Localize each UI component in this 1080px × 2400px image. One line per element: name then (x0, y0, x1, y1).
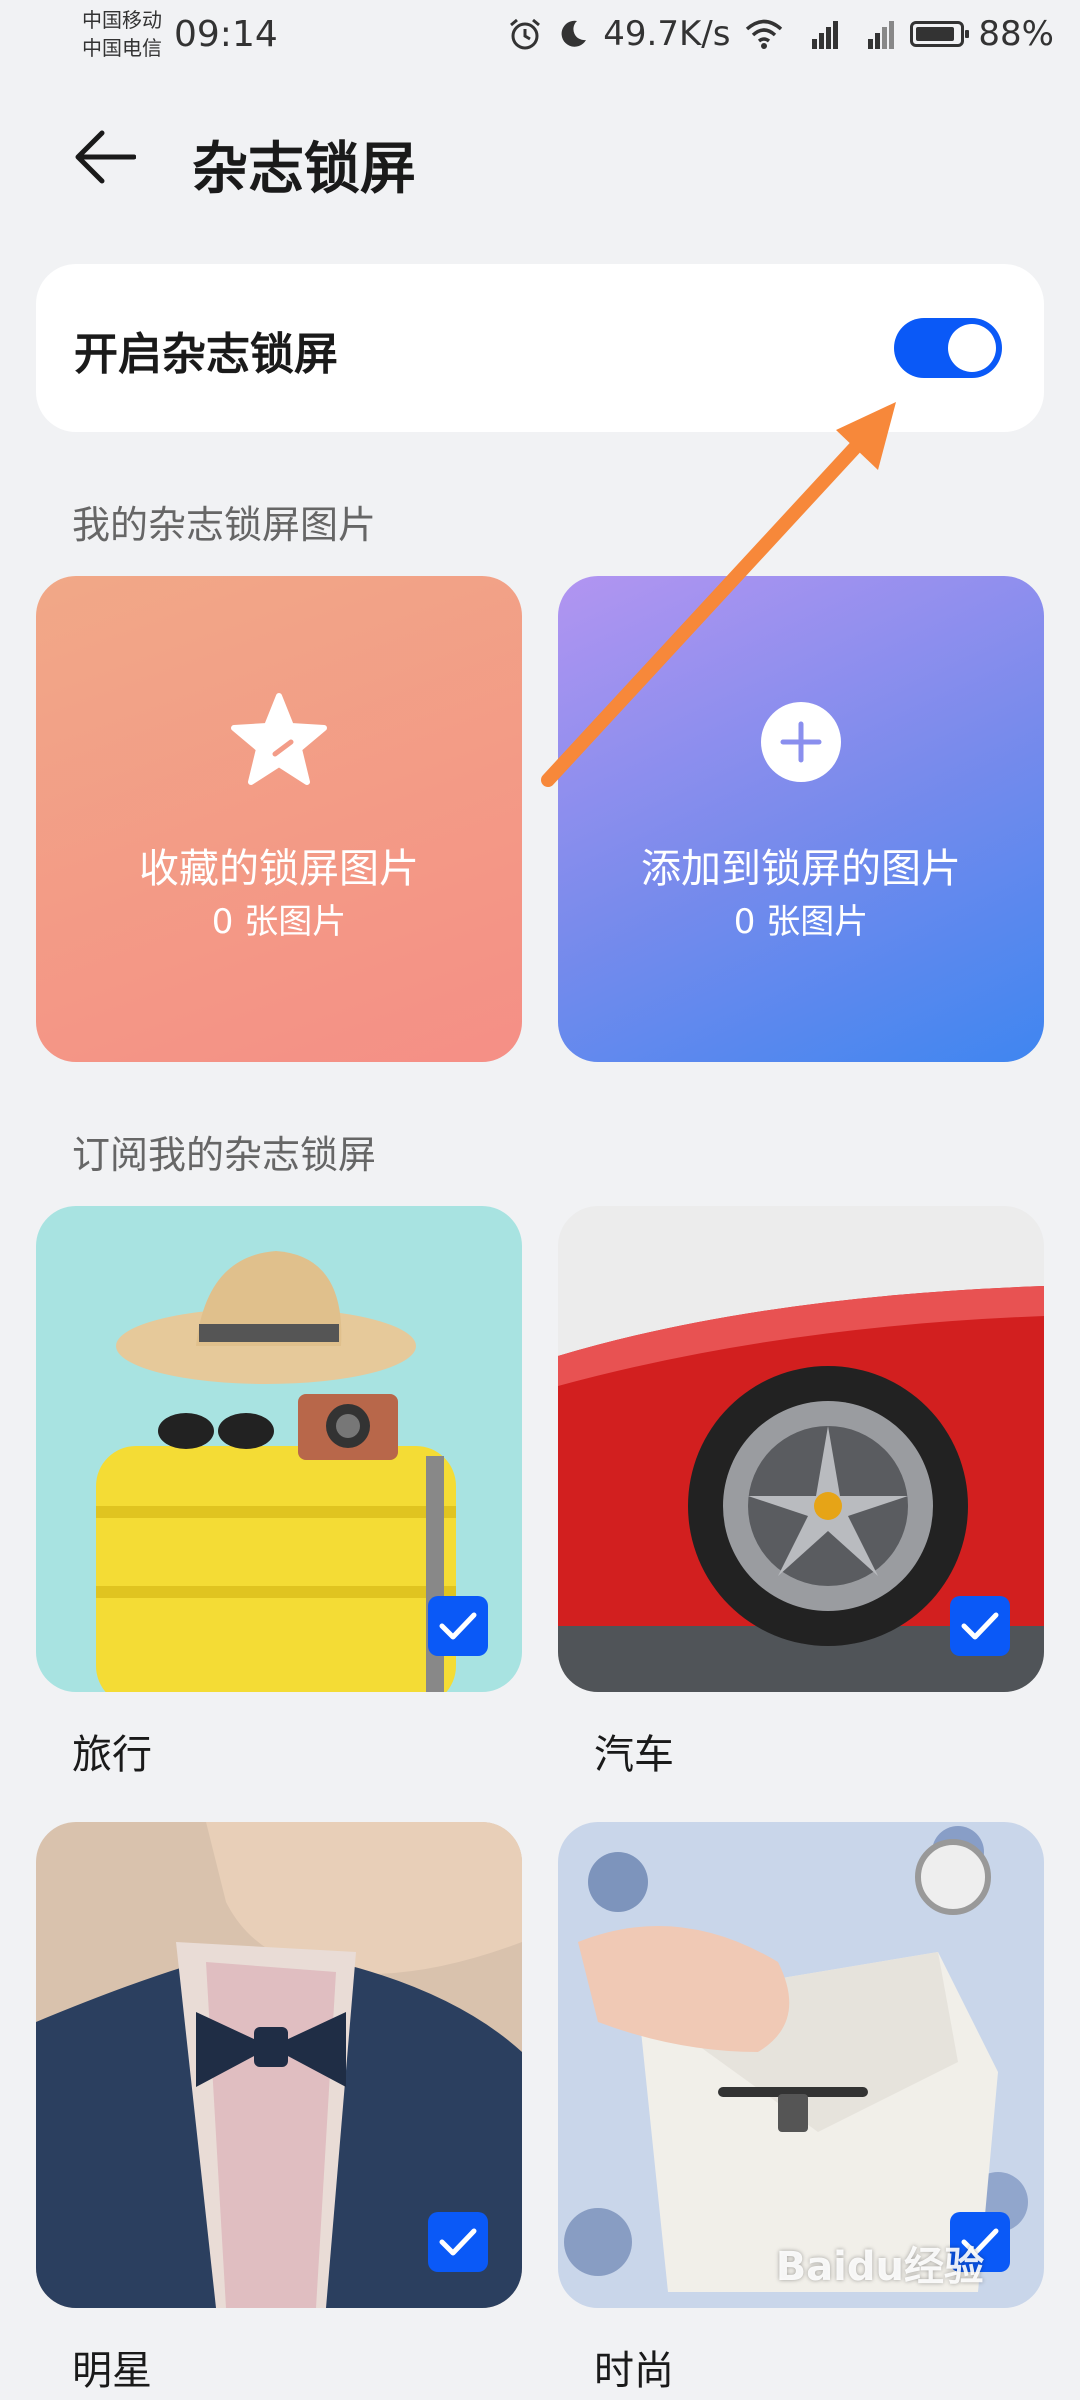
checkmark-icon (961, 1612, 999, 1640)
moon-icon (561, 20, 587, 47)
toggle-knob (948, 324, 996, 372)
carrier-1: 中国移动 (82, 8, 162, 32)
checkmark-icon (439, 2228, 477, 2256)
subscription-tile-travel[interactable] (36, 1206, 522, 1692)
page-title: 杂志锁屏 (192, 137, 416, 202)
carrier-2: 中国电信 (82, 36, 162, 60)
favorites-count: 0 张图片 (211, 902, 347, 942)
wifi-icon (746, 19, 783, 49)
magazine-lockscreen-page: 中国移动 中国电信 09:14 49.7K/s 88% 杂志锁屏 开启杂志锁屏 … (0, 0, 1080, 2400)
signal-4g-icon (812, 21, 839, 49)
subscription-tile-fashion[interactable]: Baidu经验 (558, 1822, 1044, 2308)
status-icons: 49.7K/s 88% (507, 14, 1054, 54)
battery-percent: 88% (978, 14, 1054, 54)
title-bar: 杂志锁屏 (0, 100, 1080, 210)
added-pictures-count: 0 张图片 (733, 902, 869, 942)
subscription-label-travel: 旅行 (72, 1732, 152, 1778)
subscription-label-car: 汽车 (594, 1732, 674, 1778)
enable-magazine-toggle[interactable] (894, 318, 1002, 378)
subscription-tile-star[interactable] (36, 1822, 522, 2308)
battery-icon (910, 21, 970, 47)
subscriptions-section-title: 订阅我的杂志锁屏 (72, 1133, 377, 1177)
signal-4g-icon-2 (868, 21, 895, 49)
star-icon (229, 692, 329, 792)
travel-checkbox[interactable] (428, 1596, 488, 1656)
subscription-label-star: 明星 (72, 2348, 152, 2394)
carrier-names: 中国移动 中国电信 (82, 6, 162, 62)
favorites-tile[interactable]: 收藏的锁屏图片 0 张图片 (36, 576, 522, 1062)
baidu-watermark: Baidu经验 (775, 2244, 984, 2290)
added-pictures-title: 添加到锁屏的图片 (641, 846, 961, 892)
star-checkbox[interactable] (428, 2212, 488, 2272)
subscription-label-fashion: 时尚 (594, 2348, 674, 2394)
status-time: 09:14 (174, 14, 278, 55)
network-speed: 49.7K/s (603, 14, 731, 54)
status-bar: 中国移动 中国电信 09:14 49.7K/s 88% (0, 0, 1080, 70)
checkmark-icon (439, 1612, 477, 1640)
car-checkbox[interactable] (950, 1596, 1010, 1656)
favorites-title: 收藏的锁屏图片 (139, 846, 419, 892)
back-button[interactable] (70, 122, 140, 192)
added-pictures-tile[interactable]: 添加到锁屏的图片 0 张图片 (558, 576, 1044, 1062)
enable-magazine-card: 开启杂志锁屏 (36, 264, 1044, 432)
alarm-icon (510, 18, 541, 50)
my-pictures-section-title: 我的杂志锁屏图片 (72, 503, 377, 547)
plus-circle-icon (761, 702, 841, 782)
arrow-left-icon (75, 130, 136, 184)
enable-magazine-label: 开启杂志锁屏 (74, 329, 338, 380)
subscription-tile-car[interactable] (558, 1206, 1044, 1692)
